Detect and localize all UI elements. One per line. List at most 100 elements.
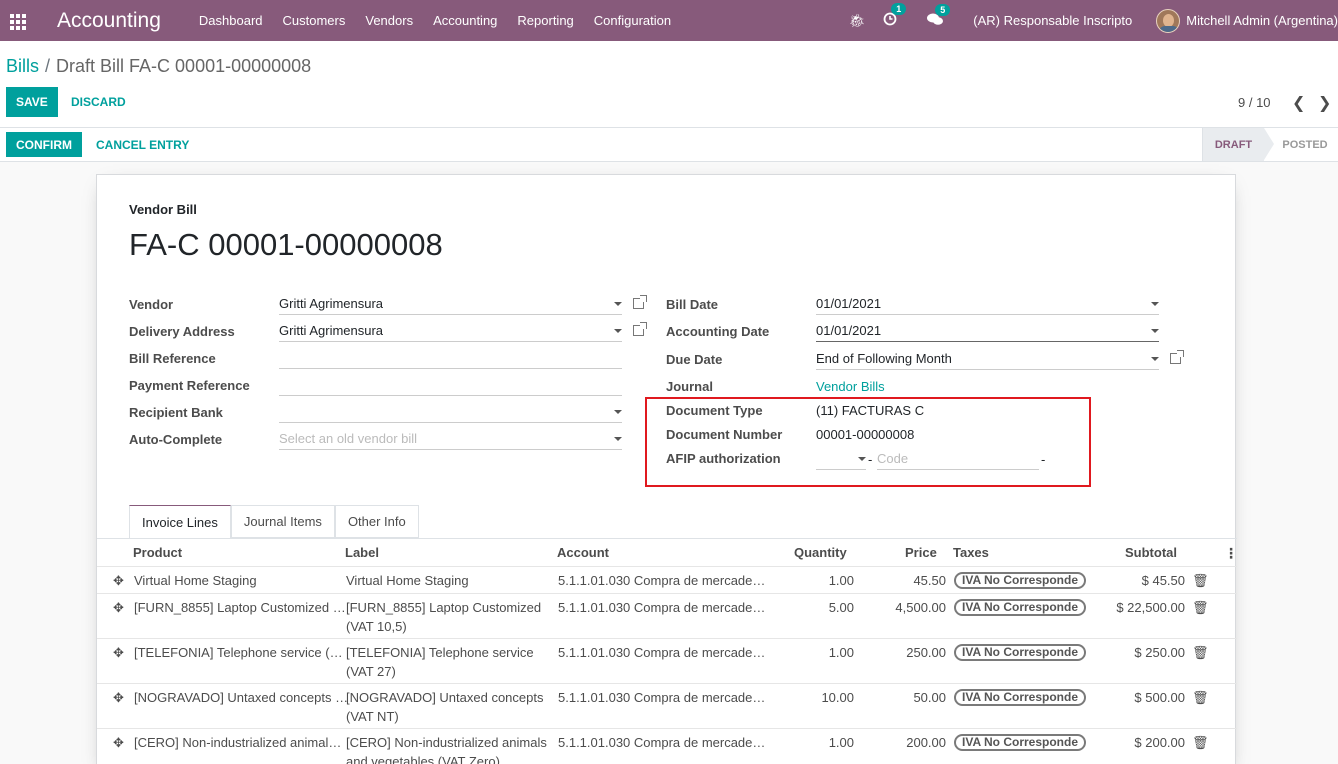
row-price[interactable]: 45.50 [877,571,946,590]
menu-reporting[interactable]: Reporting [517,13,573,28]
table-row[interactable]: ✥ Virtual Home Staging Virtual Home Stag… [97,566,1237,593]
vendor-external-link-icon[interactable] [633,295,647,312]
delivery-external-link-icon[interactable] [633,322,647,339]
column-subtotal[interactable]: Subtotal [1125,545,1177,560]
row-price[interactable]: 250.00 [877,643,946,662]
stage-draft[interactable]: DRAFT [1202,128,1274,161]
confirm-button[interactable]: CONFIRM [6,132,82,157]
discard-button[interactable]: DISCARD [71,87,126,117]
row-price[interactable]: 50.00 [877,688,946,707]
save-button[interactable]: SAVE [6,87,58,117]
row-drag-handle-icon[interactable]: ✥ [113,688,124,707]
column-label[interactable]: Label [345,545,379,560]
menu-dashboard[interactable]: Dashboard [199,13,263,28]
row-account[interactable]: 5.1.1.01.030 Compra de mercade… [558,571,765,590]
payment-reference-input[interactable] [279,374,622,396]
cancel-entry-button[interactable]: CANCEL ENTRY [96,132,189,157]
row-account[interactable]: 5.1.1.01.030 Compra de mercade… [558,733,765,752]
menu-customers[interactable]: Customers [283,13,346,28]
apps-menu-icon[interactable] [0,0,30,41]
activity-clock-icon[interactable]: 1 [883,3,907,29]
row-product[interactable]: [NOGRAVADO] Untaxed concepts … [134,688,348,707]
menu-accounting[interactable]: Accounting [433,13,497,28]
row-label[interactable]: [CERO] Non-industrialized animals [346,733,547,752]
row-product[interactable]: [FURN_8855] Laptop Customized … [134,598,346,617]
journal-link[interactable]: Vendor Bills [816,379,885,394]
auto-complete-caret-icon[interactable] [614,437,622,441]
row-price[interactable]: 4,500.00 [877,598,946,617]
pager-previous-icon[interactable]: ❮ [1292,93,1305,113]
vendor-field[interactable]: Gritti Agrimensura [279,293,622,315]
pager-next-icon[interactable]: ❯ [1318,93,1331,113]
row-label[interactable]: [TELEFONIA] Telephone service [346,643,534,662]
row-quantity[interactable]: 1.00 [797,643,854,662]
column-product[interactable]: Product [133,545,182,560]
trash-icon[interactable]: 🗑︎ [1192,598,1209,617]
vendor-dropdown-caret-icon[interactable] [614,302,622,306]
row-product[interactable]: [CERO] Non-industrialized animal… [134,733,341,752]
pager-value[interactable]: 9 / 10 [1238,95,1271,110]
row-drag-handle-icon[interactable]: ✥ [113,571,124,590]
table-row[interactable]: ✥ [FURN_8855] Laptop Customized … [FURN_… [97,593,1237,638]
row-product[interactable]: [TELEFONIA] Telephone service (… [134,643,343,662]
company-switcher[interactable]: (AR) Responsable Inscripto [973,13,1132,28]
row-drag-handle-icon[interactable]: ✥ [113,733,124,752]
trash-icon[interactable]: 🗑︎ [1192,643,1209,662]
delivery-dropdown-caret-icon[interactable] [614,329,622,333]
row-account[interactable]: 5.1.1.01.030 Compra de mercade… [558,643,765,662]
due-date-external-link-icon[interactable] [1170,350,1184,367]
due-date-field[interactable]: End of Following Month [816,348,1159,370]
tab-other-info[interactable]: Other Info [334,505,419,538]
row-drag-handle-icon[interactable]: ✥ [113,598,124,617]
tab-invoice-lines[interactable]: Invoice Lines [129,505,231,538]
accounting-date-field[interactable]: 01/01/2021 [816,320,1159,342]
row-quantity[interactable]: 10.00 [797,688,854,707]
table-row[interactable]: ✥ [NOGRAVADO] Untaxed concepts … [NOGRAV… [97,683,1237,728]
trash-icon[interactable]: 🗑︎ [1192,571,1209,590]
row-label-line2[interactable]: and vegetables (VAT Zero) [346,752,500,764]
row-drag-handle-icon[interactable]: ✥ [113,643,124,662]
auto-complete-field[interactable]: Select an old vendor bill [279,428,622,450]
recipient-bank-caret-icon[interactable] [614,410,622,414]
stage-posted[interactable]: POSTED [1272,128,1338,161]
menu-configuration[interactable]: Configuration [594,13,671,28]
row-account[interactable]: 5.1.1.01.030 Compra de mercade… [558,598,765,617]
tax-tag[interactable]: IVA No Corresponde [954,644,1087,661]
due-date-caret-icon[interactable] [1151,357,1159,361]
column-account[interactable]: Account [557,545,609,560]
row-quantity[interactable]: 1.00 [797,571,854,590]
tax-tag[interactable]: IVA No Corresponde [954,689,1087,706]
tax-tag[interactable]: IVA No Corresponde [954,572,1087,589]
table-row[interactable]: ✥ [TELEFONIA] Telephone service (… [TELE… [97,638,1237,683]
row-label[interactable]: [NOGRAVADO] Untaxed concepts [346,688,543,707]
row-label-line2[interactable]: (VAT NT) [346,707,399,726]
row-label[interactable]: Virtual Home Staging [346,571,469,590]
recipient-bank-field[interactable] [279,401,622,423]
menu-vendors[interactable]: Vendors [365,13,413,28]
messages-chat-icon[interactable]: 5 [927,3,951,29]
row-price[interactable]: 200.00 [877,733,946,752]
trash-icon[interactable]: 🗑︎ [1192,688,1209,707]
tax-tag[interactable]: IVA No Corresponde [954,734,1087,751]
row-quantity[interactable]: 5.00 [797,598,854,617]
row-product[interactable]: Virtual Home Staging [134,571,257,590]
tax-tag[interactable]: IVA No Corresponde [954,599,1087,616]
row-account[interactable]: 5.1.1.01.030 Compra de mercade… [558,688,765,707]
bill-date-field[interactable]: 01/01/2021 [816,293,1159,315]
trash-icon[interactable]: 🗑︎ [1192,733,1209,752]
column-quantity[interactable]: Quantity [794,545,847,560]
row-quantity[interactable]: 1.00 [797,733,854,752]
column-taxes[interactable]: Taxes [953,545,989,560]
table-row[interactable]: ✥ [CERO] Non-industrialized animal… [CER… [97,728,1237,764]
bill-date-caret-icon[interactable] [1151,302,1159,306]
column-price[interactable]: Price [905,545,937,560]
accounting-date-caret-icon[interactable] [1151,329,1159,333]
app-name[interactable]: Accounting [57,9,161,33]
row-label[interactable]: [FURN_8855] Laptop Customized [346,598,541,617]
breadcrumb-bills-link[interactable]: Bills [6,56,39,76]
user-avatar[interactable] [1156,8,1181,33]
user-menu[interactable]: Mitchell Admin (Argentina) [1186,13,1338,28]
optional-columns-icon[interactable]: ⋮ [1224,545,1238,562]
tab-journal-items[interactable]: Journal Items [230,505,335,538]
row-label-line2[interactable]: (VAT 27) [346,662,396,681]
